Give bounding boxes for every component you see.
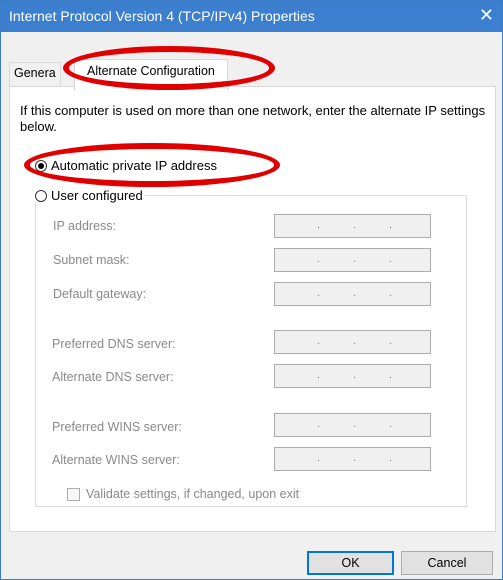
tab-strip: Genera Alternate Configuration: [1, 32, 502, 90]
dialog-window: Internet Protocol Version 4 (TCP/IPv4) P…: [0, 0, 503, 580]
tab-panel: If this computer is used on more than on…: [9, 86, 496, 532]
radio-automatic-private-ip[interactable]: Automatic private IP address: [35, 158, 217, 173]
subnet-mask-label: Subnet mask:: [53, 253, 130, 267]
radio-user-configured[interactable]: User configured: [35, 188, 145, 203]
tab-general-label: Genera: [14, 66, 56, 80]
ok-button[interactable]: OK: [307, 551, 394, 575]
preferred-wins-label: Preferred WINS server:: [52, 420, 182, 434]
ip-address-input[interactable]: ...: [274, 214, 431, 238]
preferred-dns-input[interactable]: ...: [274, 330, 431, 354]
ip-address-label: IP address:: [53, 219, 117, 233]
alternate-wins-label: Alternate WINS server:: [52, 453, 180, 467]
title-bar[interactable]: Internet Protocol Version 4 (TCP/IPv4) P…: [1, 1, 502, 32]
window-title: Internet Protocol Version 4 (TCP/IPv4) P…: [9, 8, 315, 24]
description-text: If this computer is used on more than on…: [20, 103, 486, 134]
radio-unselected-icon[interactable]: [35, 189, 47, 202]
alternate-dns-label: Alternate DNS server:: [52, 370, 174, 384]
preferred-wins-input[interactable]: ...: [274, 413, 431, 437]
preferred-dns-label: Preferred DNS server:: [52, 337, 176, 351]
tab-alternate-configuration[interactable]: Alternate Configuration: [74, 59, 228, 90]
close-icon[interactable]: ✕: [479, 5, 494, 25]
subnet-mask-input[interactable]: ...: [274, 248, 431, 272]
tab-alternate-label: Alternate Configuration: [87, 64, 215, 78]
validate-settings-label: Validate settings, if changed, upon exit: [86, 487, 300, 501]
radio-automatic-label: Automatic private IP address: [51, 158, 217, 173]
default-gateway-input[interactable]: ...: [274, 282, 431, 306]
alternate-dns-input[interactable]: ...: [274, 364, 431, 388]
default-gateway-label: Default gateway:: [53, 287, 147, 301]
checkbox-icon[interactable]: [67, 487, 80, 501]
radio-user-label: User configured: [51, 188, 143, 203]
cancel-button[interactable]: Cancel: [401, 551, 493, 575]
radio-selected-icon[interactable]: [35, 159, 47, 172]
alternate-wins-input[interactable]: ...: [274, 447, 431, 471]
validate-settings-checkbox[interactable]: Validate settings, if changed, upon exit: [67, 487, 299, 501]
tab-general[interactable]: Genera: [9, 62, 61, 86]
